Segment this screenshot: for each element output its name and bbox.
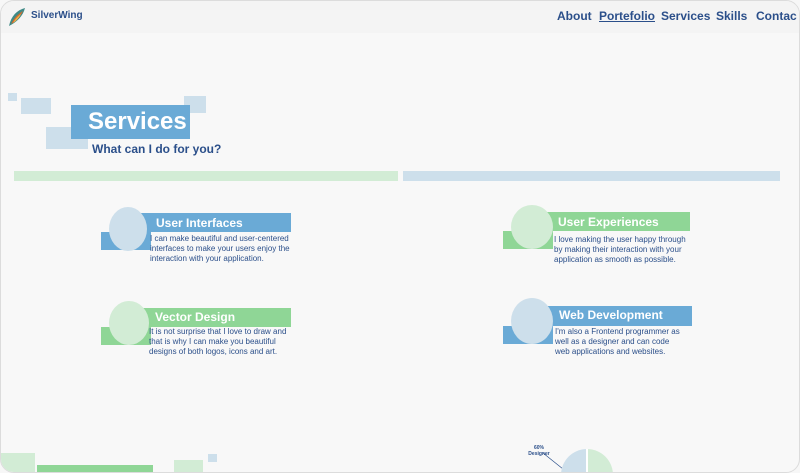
card-circle-icon: [109, 207, 147, 251]
brand-name[interactable]: SilverWing: [31, 10, 83, 21]
nav-portefolio[interactable]: Portefolio: [599, 9, 655, 23]
section-divider-left: [14, 171, 398, 181]
pie-label-role: Designer: [528, 451, 550, 457]
page-subtitle: What can I do for you?: [92, 142, 222, 156]
pie-slice-blue: [561, 449, 587, 472]
decor-square: [21, 98, 51, 114]
nav-contact[interactable]: Contac: [756, 9, 797, 23]
silverwing-logo-icon[interactable]: [7, 6, 27, 28]
nav-skills[interactable]: Skills: [716, 9, 747, 23]
service-title: Web Development: [559, 308, 663, 322]
service-title: Vector Design: [155, 310, 236, 324]
decor-square: [8, 93, 17, 101]
service-description: I love making the user happy through by …: [554, 235, 686, 264]
page-frame: SilverWing About Portefolio Services Ski…: [0, 0, 800, 473]
service-title: User Interfaces: [156, 216, 243, 230]
skills-title-bar: [37, 465, 153, 472]
card-circle-icon: [511, 298, 553, 344]
pie-slice-green: [587, 449, 613, 472]
service-description: It is not surprise that I love to draw a…: [149, 327, 287, 356]
page-title: Services: [88, 108, 187, 135]
service-description: I'm also a Frontend programmer as well a…: [555, 327, 680, 356]
service-description: I can make beautiful and user-centered i…: [150, 234, 290, 263]
header: SilverWing About Portefolio Services Ski…: [1, 1, 799, 33]
nav-about[interactable]: About: [557, 9, 592, 23]
nav-services[interactable]: Services: [661, 9, 710, 23]
section-divider-right: [403, 171, 780, 181]
card-circle-icon: [109, 301, 149, 345]
pie-label: 60% Designer: [526, 445, 552, 457]
card-circle-icon: [511, 205, 553, 249]
decor-square: [1, 453, 35, 472]
decor-square: [174, 460, 203, 472]
service-title: User Experiences: [558, 215, 659, 229]
decor-square: [208, 454, 217, 462]
